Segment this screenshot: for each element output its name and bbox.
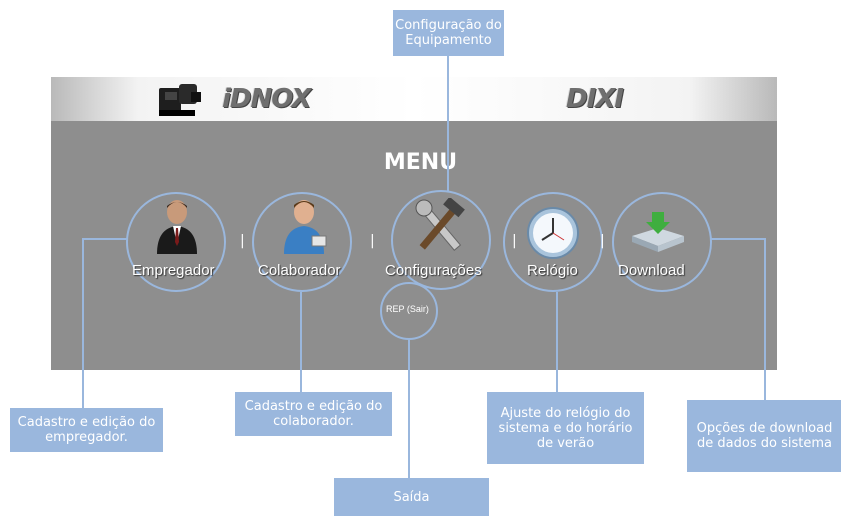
- tools-icon: [415, 198, 465, 251]
- time-clock-device-icon: [159, 84, 201, 116]
- connector-line: [300, 292, 302, 392]
- connector-line: [408, 340, 410, 480]
- exit-label: REP (Sair): [386, 304, 429, 314]
- connector-line: [82, 238, 128, 240]
- label-download: Download: [618, 262, 685, 279]
- connector-line: [764, 238, 766, 400]
- menu-title: MENU: [383, 150, 458, 175]
- callout-collaborator: Cadastro e edição do colaborador.: [235, 392, 392, 436]
- label-configuracoes: Configurações: [385, 262, 482, 279]
- clock-icon: [527, 207, 579, 259]
- callout-clock: Ajuste do relógio do sistema e do horári…: [487, 392, 644, 464]
- separator: |: [600, 233, 605, 249]
- label-empregador: Empregador: [132, 262, 215, 279]
- label-relogio: Relógio: [527, 262, 578, 279]
- separator: |: [512, 233, 517, 249]
- callout-download: Opções de download de dados do sistema: [687, 400, 841, 472]
- callout-employer: Cadastro e edição do empregador.: [10, 408, 163, 452]
- idnox-logo: iDNOX: [222, 84, 311, 114]
- connector-line: [82, 238, 84, 410]
- separator: |: [370, 233, 375, 249]
- download-icon: [632, 212, 684, 252]
- separator: |: [240, 233, 245, 249]
- callout-exit: Saída: [334, 478, 489, 516]
- label-colaborador: Colaborador: [258, 262, 341, 279]
- collaborator-icon: [284, 200, 327, 254]
- employer-icon: [157, 200, 197, 254]
- dixi-logo: DIXI: [566, 84, 624, 114]
- callout-config: Configuração do Equipamento: [393, 10, 504, 56]
- connector-line: [556, 292, 558, 392]
- connector-line: [710, 238, 764, 240]
- connector-line: [447, 56, 449, 192]
